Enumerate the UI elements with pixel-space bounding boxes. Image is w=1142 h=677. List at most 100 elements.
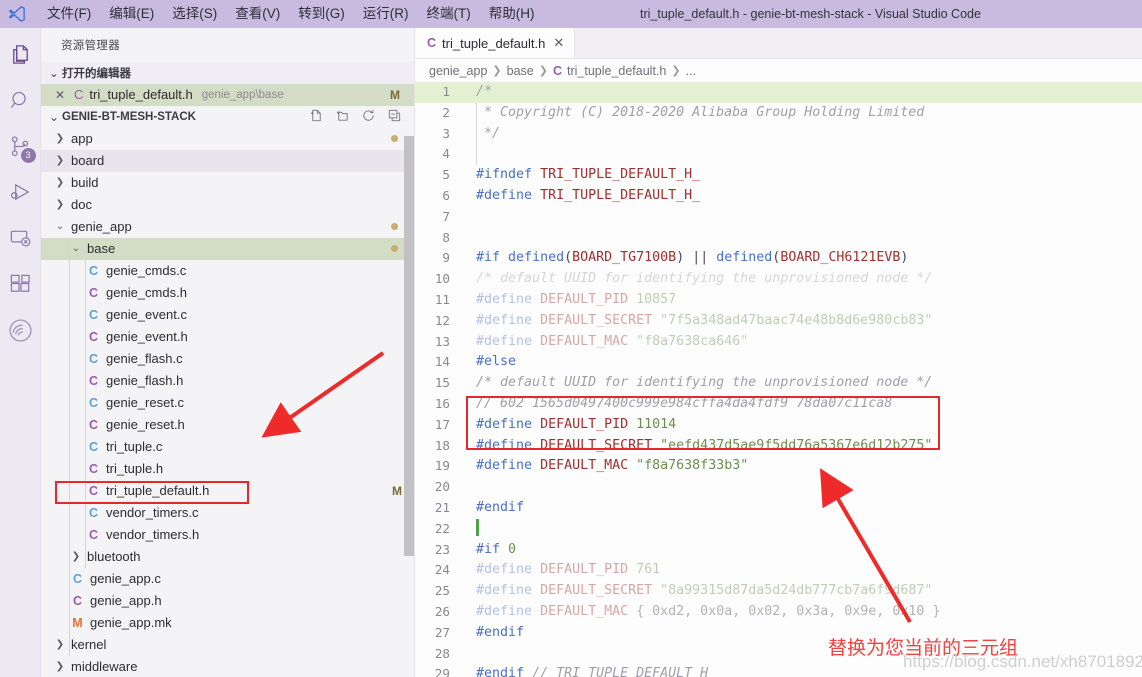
tree-item-kernel[interactable]: ❯ kernel [41,634,414,656]
code-line-19[interactable]: 19 #define DEFAULT_MAC "f8a7638f33b3" [415,456,1142,477]
activity-remote[interactable] [0,218,41,264]
code-line-17[interactable]: 17 #define DEFAULT_PID 11014 [415,415,1142,436]
tree-item-vendor-timers-c[interactable]: Cvendor_timers.c [41,502,414,524]
close-icon[interactable]: ✕ [55,88,68,102]
activity-extensions[interactable] [0,264,41,310]
open-editors-header[interactable]: ⌄ 打开的编辑器 [41,61,414,84]
code-line-15[interactable]: 15 /* default UUID for identifying the un… [415,373,1142,394]
chevron-right-icon[interactable]: ❯ [53,133,67,144]
code-line-26[interactable]: 26 #define DEFAULT_MAC { 0xd2, 0x0a, 0x02… [415,602,1142,623]
new-folder-button[interactable] [335,108,350,126]
code-line-2[interactable]: 2 * Copyright (C) 2018-2020 Alibaba Grou… [415,103,1142,124]
menu-bar[interactable]: 文件(F) 编辑(E) 选择(S) 查看(V) 转到(G) 运行(R) 终端(T… [38,2,544,26]
tab-tri-tuple-default-h[interactable]: C tri_tuple_default.h ✕ [415,28,576,58]
open-editor-item[interactable]: ✕ C tri_tuple_default.h genie_app\base M [41,83,414,106]
code-line-8[interactable]: 8 [415,228,1142,249]
code-line-13[interactable]: 13 #define DEFAULT_MAC "f8a7638ca646" [415,332,1142,353]
tree-item-genie-event-c[interactable]: Cgenie_event.c [41,304,414,326]
tree-item-middleware[interactable]: ❯ middleware [41,656,414,677]
tree-item-genie-app-h[interactable]: Cgenie_app.h [41,590,414,612]
tree-item-genie-cmds-c[interactable]: Cgenie_cmds.c [41,260,414,282]
file-tree[interactable]: ❯ app ❯ board ❯ build ❯ doc ⌄ genie_app ⌄ base Cgeni… [41,128,414,677]
tree-item-genie-app-c[interactable]: Cgenie_app.c [41,568,414,590]
collapse-all-button[interactable] [387,108,402,126]
chevron-right-icon[interactable]: ❯ [69,551,83,562]
tree-item-tri-tuple-c[interactable]: Ctri_tuple.c [41,436,414,458]
code-line-7[interactable]: 7 [415,207,1142,228]
tree-item-genie-cmds-h[interactable]: Cgenie_cmds.h [41,282,414,304]
code-line-1[interactable]: 1 /* [415,82,1142,103]
tree-item-board[interactable]: ❯ board [41,149,414,172]
code-line-20[interactable]: 20 [415,477,1142,498]
code-lines[interactable]: 1 /* 2 * Copyright (C) 2018-2020 Alibaba G… [415,82,1142,677]
code-line-22[interactable]: 22 [415,519,1142,540]
code-line-3[interactable]: 3 */ [415,124,1142,145]
menu-go[interactable]: 转到(G) [289,2,354,26]
sidebar-scrollbar[interactable] [404,136,414,677]
code-line-6[interactable]: 6 #define TRI_TUPLE_DEFAULT_H_ [415,186,1142,207]
chevron-down-icon[interactable]: ⌄ [53,221,67,232]
breadcrumb[interactable]: genie_app ❯ base ❯ C tri_tuple_default.h… [415,59,1142,82]
tree-item-base[interactable]: ⌄ base [41,237,414,260]
code-line-18[interactable]: 18 #define DEFAULT_SECRET "eefd437d5ae9f5… [415,436,1142,457]
chevron-down-icon[interactable]: ⌄ [69,243,83,254]
code-line-21[interactable]: 21 #endif [415,498,1142,519]
breadcrumb-item-0[interactable]: genie_app [429,64,487,78]
tree-item-genie-reset-c[interactable]: Cgenie_reset.c [41,392,414,414]
tree-item-bluetooth[interactable]: ❯ bluetooth [41,546,414,568]
activity-aliyun[interactable] [0,310,41,356]
breadcrumb-item-2[interactable]: tri_tuple_default.h [567,64,666,78]
code-line-5[interactable]: 5 #ifndef TRI_TUPLE_DEFAULT_H_ [415,165,1142,186]
tree-item-tri-tuple-default-h[interactable]: Ctri_tuple_default.h M [41,480,414,502]
code-line-16[interactable]: 16 // 602 1565d0497400c999e984cffa4da4fdf… [415,394,1142,415]
tree-item-genie-app-mk[interactable]: Mgenie_app.mk [41,612,414,634]
activity-run-debug[interactable] [0,172,41,218]
code-line-23[interactable]: 23 #if 0 [415,540,1142,561]
token-cmt: /* [476,84,493,99]
tree-item-app[interactable]: ❯ app [41,128,414,150]
sidebar-scrollbar-thumb[interactable] [404,136,414,556]
code-line-11[interactable]: 11 #define DEFAULT_PID 10857 [415,290,1142,311]
code-line-14[interactable]: 14 #else [415,352,1142,373]
menu-help[interactable]: 帮助(H) [480,2,544,26]
tree-item-genie-flash-c[interactable]: Cgenie_flash.c [41,348,414,370]
menu-terminal[interactable]: 终端(T) [418,2,480,26]
activity-explorer[interactable] [0,34,41,80]
menu-file[interactable]: 文件(F) [38,2,100,26]
chevron-right-icon[interactable]: ❯ [53,199,67,210]
code-line-4[interactable]: 4 [415,144,1142,165]
refresh-button[interactable] [361,108,376,126]
tree-item-genie-reset-h[interactable]: Cgenie_reset.h [41,414,414,436]
workspace-header[interactable]: ⌄ GENIE-BT-MESH-STACK [41,106,414,128]
code-line-27[interactable]: 27 #endif [415,623,1142,644]
menu-selection[interactable]: 选择(S) [163,2,226,26]
tree-item-build[interactable]: ❯ build [41,172,414,194]
close-icon[interactable]: ✕ [553,35,564,51]
chevron-right-icon[interactable]: ❯ [53,661,67,672]
code-line-10[interactable]: 10 /* default UUID for identifying the un… [415,269,1142,290]
code-line-24[interactable]: 24 #define DEFAULT_PID 761 [415,560,1142,581]
activity-search[interactable] [0,80,41,126]
code-line-text: #define DEFAULT_MAC "f8a7638ca646" [462,332,748,353]
menu-view[interactable]: 查看(V) [226,2,289,26]
code-editor[interactable]: 1 /* 2 * Copyright (C) 2018-2020 Alibaba G… [415,82,1142,677]
chevron-right-icon[interactable]: ❯ [53,155,67,166]
new-file-button[interactable] [309,108,324,126]
tree-item-genie-event-h[interactable]: Cgenie_event.h [41,326,414,348]
menu-edit[interactable]: 编辑(E) [100,2,163,26]
code-line-12[interactable]: 12 #define DEFAULT_SECRET "7f5a348ad47baa… [415,311,1142,332]
tree-item-genie-flash-h[interactable]: Cgenie_flash.h [41,370,414,392]
line-number: 22 [434,520,450,536]
tree-item-tri-tuple-h[interactable]: Ctri_tuple.h [41,458,414,480]
code-line-9[interactable]: 9 #if defined(BOARD_TG7100B) || defined(B… [415,248,1142,269]
activity-source-control[interactable]: 3 [0,126,41,172]
tree-item-doc[interactable]: ❯ doc [41,194,414,216]
tree-item-genie-app[interactable]: ⌄ genie_app [41,216,414,238]
code-line-25[interactable]: 25 #define DEFAULT_SECRET "8a99315d87da5d… [415,581,1142,602]
chevron-right-icon[interactable]: ❯ [53,639,67,650]
breadcrumb-item-1[interactable]: base [507,64,534,78]
tree-item-vendor-timers-h[interactable]: Cvendor_timers.h [41,524,414,546]
menu-run[interactable]: 运行(R) [354,2,418,26]
breadcrumb-item-3[interactable]: ... [686,64,696,78]
chevron-right-icon[interactable]: ❯ [53,177,67,188]
